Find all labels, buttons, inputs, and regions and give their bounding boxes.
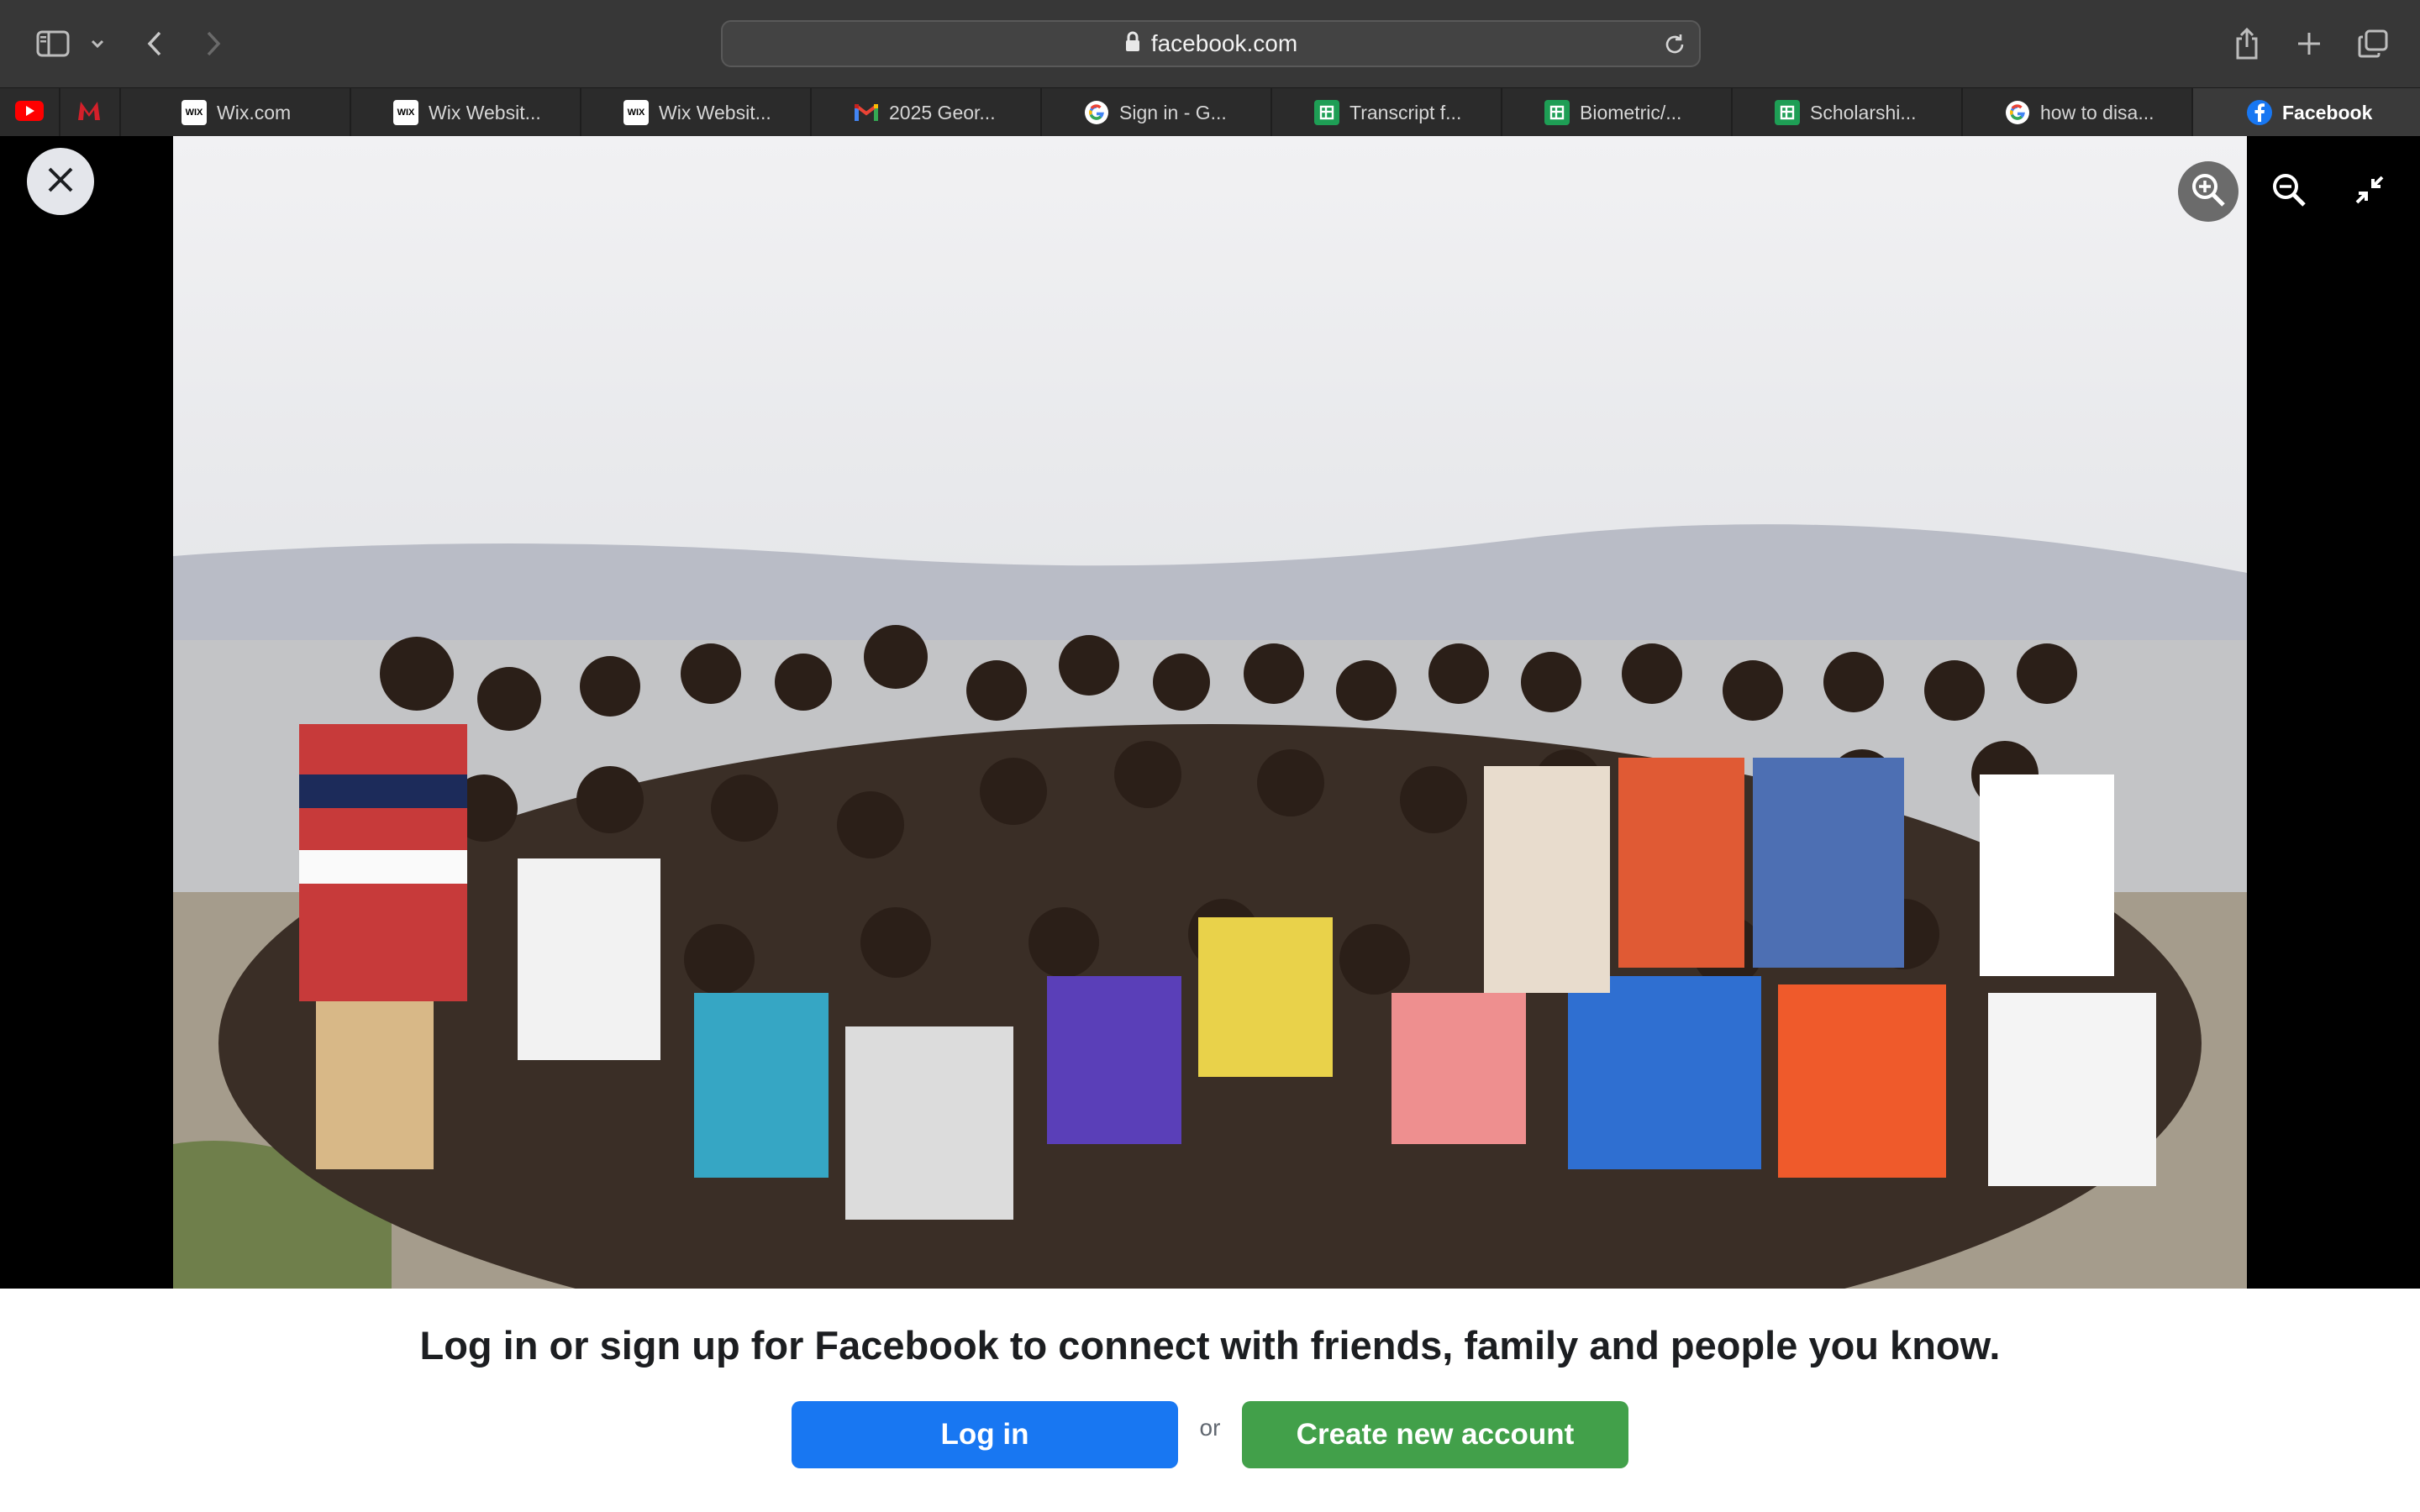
group-photo-image	[173, 136, 2247, 1289]
url-text: facebook.com	[1150, 30, 1298, 56]
tab-label: how to disa...	[2040, 101, 2154, 123]
lock-icon	[1124, 31, 1141, 57]
gmail-icon	[854, 100, 879, 125]
close-icon	[45, 165, 76, 199]
tab-label: Biometric/...	[1580, 101, 1682, 123]
minimize-arrows-icon	[2354, 174, 2386, 210]
tab-scholarship[interactable]: Scholarshi...	[1731, 88, 1961, 137]
tab-wix-website-2[interactable]: WIX Wix Websit...	[580, 88, 810, 137]
zoom-in-button[interactable]	[2178, 161, 2238, 222]
google-sheets-icon	[1544, 100, 1570, 125]
tab-biometric[interactable]: Biometric/...	[1501, 88, 1731, 137]
tab-overview-icon[interactable]	[2354, 18, 2391, 69]
close-viewer-button[interactable]	[27, 148, 94, 215]
pinned-tab-mcgill[interactable]	[59, 88, 118, 137]
wix-icon: WIX	[182, 100, 207, 125]
tab-label: Facebook	[2282, 101, 2373, 123]
address-bar[interactable]: facebook.com	[721, 20, 1701, 67]
chevron-down-icon[interactable]	[86, 18, 109, 69]
back-arrow-icon[interactable]	[138, 18, 171, 69]
forward-arrow-icon[interactable]	[197, 18, 230, 69]
tab-label: 2025 Geor...	[889, 101, 996, 123]
tab-label: Wix Websit...	[659, 101, 771, 123]
tab-wix-com[interactable]: WIX Wix.com	[119, 88, 350, 137]
tab-transcript[interactable]: Transcript f...	[1270, 88, 1501, 137]
google-icon	[1084, 100, 1109, 125]
google-icon	[2005, 100, 2030, 125]
reload-icon[interactable]	[1662, 32, 1687, 61]
tab-wix-website-1[interactable]: WIX Wix Websit...	[350, 88, 580, 137]
pinned-tab-youtube[interactable]	[0, 88, 59, 137]
tab-label: Sign in - G...	[1119, 101, 1227, 123]
wix-icon: WIX	[393, 100, 418, 125]
tab-google-search[interactable]: how to disa...	[1961, 88, 2191, 137]
youtube-icon	[15, 100, 44, 125]
tab-google-sign-in[interactable]: Sign in - G...	[1040, 88, 1270, 137]
tab-facebook[interactable]: Facebook	[2191, 88, 2420, 137]
mcgill-icon	[76, 100, 102, 126]
tab-label: Scholarshi...	[1810, 101, 1917, 123]
sidebar-toggle-icon[interactable]	[32, 18, 74, 69]
browser-toolbar: facebook.com	[0, 0, 2420, 87]
login-banner: Log in or sign up for Facebook to connec…	[0, 1289, 2420, 1512]
banner-message: Log in or sign up for Facebook to connec…	[419, 1323, 2001, 1368]
share-icon[interactable]	[2230, 18, 2264, 69]
tab-bar: WIX Wix.com WIX Wix Websit... WIX Wix We…	[0, 87, 2420, 137]
log-in-button[interactable]: Log in	[792, 1401, 1178, 1468]
wix-icon: WIX	[623, 100, 649, 125]
google-sheets-icon	[1314, 100, 1339, 125]
zoom-in-icon	[2190, 171, 2227, 213]
zoom-out-button[interactable]	[2259, 161, 2319, 222]
tab-label: Wix.com	[217, 101, 292, 123]
create-account-button[interactable]: Create new account	[1242, 1401, 1628, 1468]
exit-fullscreen-button[interactable]	[2339, 161, 2400, 222]
google-sheets-icon	[1775, 100, 1800, 125]
tab-label: Transcript f...	[1349, 101, 1462, 123]
tab-gmail[interactable]: 2025 Geor...	[810, 88, 1040, 137]
zoom-out-icon	[2270, 171, 2307, 213]
facebook-icon	[2247, 100, 2272, 125]
photo-viewer	[0, 136, 2420, 1289]
or-separator: or	[1199, 1415, 1221, 1441]
new-tab-plus-icon[interactable]	[2292, 18, 2326, 69]
tab-label: Wix Websit...	[429, 101, 541, 123]
